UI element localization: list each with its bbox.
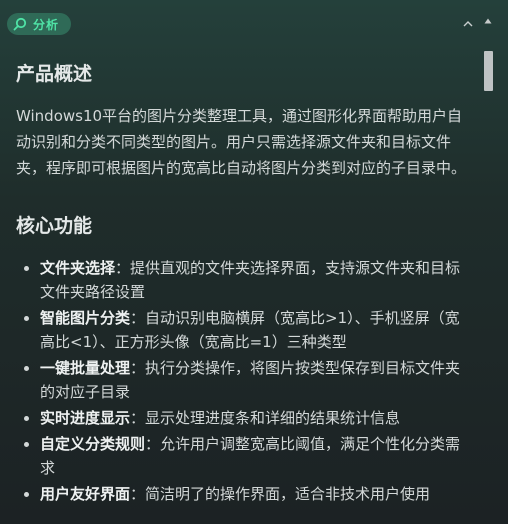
- feature-separator: ：: [130, 409, 146, 427]
- feature-separator: ：: [130, 309, 146, 327]
- analysis-tag[interactable]: 分析: [7, 13, 72, 35]
- chevron-up-icon: [463, 20, 473, 27]
- list-item: 智能图片分类：自动识别电脑横屏（宽高比>1）、手机竖屏（宽高比<1）、正方形头像…: [16, 306, 472, 354]
- bullet-icon: [24, 266, 29, 271]
- scroll-up-arrow-icon[interactable]: [484, 9, 492, 24]
- search-icon: [13, 17, 27, 31]
- feature-term: 实时进度显示: [40, 409, 131, 427]
- bullet-icon: [24, 366, 29, 371]
- feature-separator: ：: [145, 435, 161, 453]
- scrollbar-thumb[interactable]: [484, 51, 493, 91]
- bullet-icon: [24, 442, 29, 447]
- feature-term: 文件夹选择: [40, 259, 116, 277]
- list-item: 用户友好界面：简洁明了的操作界面，适合非技术用户使用: [16, 482, 472, 506]
- feature-term: 一键批量处理: [40, 359, 131, 377]
- list-item: 实时进度显示：显示处理进度条和详细的结果统计信息: [16, 406, 472, 430]
- list-item: 文件夹选择：提供直观的文件夹选择界面，支持源文件夹和目标文件夹路径设置: [16, 256, 472, 304]
- feature-desc: 显示处理进度条和详细的结果统计信息: [145, 409, 401, 427]
- overview-paragraph: Windows10平台的图片分类整理工具，通过图形化界面帮助用户自动识别和分类不…: [16, 107, 467, 177]
- feature-term: 自定义分类规则: [40, 435, 146, 453]
- feature-list: 文件夹选择：提供直观的文件夹选择界面，支持源文件夹和目标文件夹路径设置 智能图片…: [16, 256, 472, 508]
- feature-term: 智能图片分类: [40, 309, 131, 327]
- feature-term: 用户友好界面: [40, 485, 131, 503]
- feature-separator: ：: [115, 259, 131, 277]
- bullet-icon: [24, 316, 29, 321]
- core-features-heading: 核心功能: [16, 215, 93, 237]
- bullet-icon: [24, 416, 29, 421]
- analysis-panel: 分析 产品概述 Windows10平台的图片分类整理工具，通过图形化界面帮助用户…: [0, 0, 508, 524]
- collapse-button[interactable]: [460, 15, 476, 31]
- feature-separator: ：: [130, 485, 146, 503]
- bullet-icon: [24, 492, 29, 497]
- feature-desc: 简洁明了的操作界面，适合非技术用户使用: [145, 485, 431, 503]
- list-item: 一键批量处理：执行分类操作，将图片按类型保存到目标文件夹的对应子目录: [16, 356, 472, 404]
- panel-header: 分析: [0, 0, 508, 44]
- overview-heading: 产品概述: [16, 63, 93, 85]
- feature-separator: ：: [130, 359, 146, 377]
- tag-label: 分析: [33, 17, 60, 32]
- scrollbar[interactable]: [482, 0, 494, 524]
- list-item: 自定义分类规则：允许用户调整宽高比阈值，满足个性化分类需求: [16, 432, 472, 480]
